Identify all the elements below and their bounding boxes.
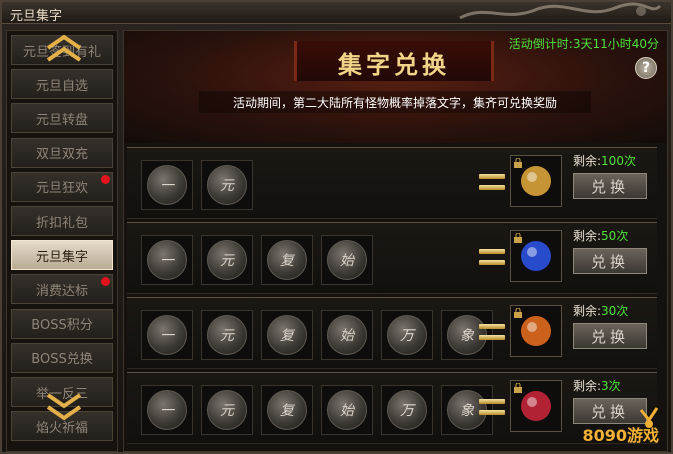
sidebar-item-label: BOSS积分: [31, 318, 93, 334]
character-token: 复: [267, 390, 307, 430]
character-token: 元: [207, 315, 247, 355]
remaining-value: 3次: [601, 379, 621, 393]
exchange-row: 一元复始万象剩余:30次 兑换: [127, 297, 657, 369]
character-token: 始: [327, 315, 367, 355]
remaining-label: 剩余:: [573, 154, 602, 168]
character-token: 一: [147, 240, 187, 280]
character-token: 始: [327, 240, 367, 280]
remaining-label: 剩余:: [573, 229, 602, 243]
remaining-count: 剩余:3次: [573, 377, 621, 394]
equals-icon: [479, 324, 505, 342]
character-slot[interactable]: 一: [141, 310, 193, 360]
dragon-ornament-icon: [459, 2, 662, 20]
reward-slot[interactable]: [510, 230, 562, 282]
banner: 集字兑换 活动倒计时:3天11小时40分 ? 活动期间，第二大陆所有怪物概率掉落…: [124, 31, 667, 143]
sidebar-item-label: 元旦集字: [35, 249, 88, 265]
remaining-count: 剩余:30次: [573, 302, 628, 319]
notification-dot: [101, 174, 110, 184]
lock-icon: [514, 383, 522, 393]
main-panel: 集字兑换 活动倒计时:3天11小时40分 ? 活动期间，第二大陆所有怪物概率掉落…: [123, 30, 668, 452]
sidebar-item[interactable]: BOSS积分: [11, 308, 113, 339]
character-token: 一: [147, 165, 187, 205]
character-token: 元: [207, 240, 247, 280]
character-slot[interactable]: 万: [381, 310, 433, 360]
sidebar-item[interactable]: 元旦自选: [11, 69, 113, 100]
character-slot[interactable]: 复: [261, 385, 313, 435]
sidebar-item[interactable]: BOSS兑换: [11, 342, 113, 373]
exchange-row: 一元 剩余:100次兑换: [127, 147, 657, 219]
notification-dot: [101, 277, 110, 287]
character-slot[interactable]: 始: [321, 310, 373, 360]
lock-icon: [514, 158, 522, 168]
titlebar[interactable]: 元旦集字: [2, 2, 671, 24]
character-slot[interactable]: 始: [321, 235, 373, 285]
exchange-row: 一元复始 剩余:50次兑换: [127, 222, 657, 294]
sidebar-item-label: 双旦双充: [35, 147, 88, 163]
sidebar-item[interactable]: 消费达标: [11, 274, 113, 305]
double-chevron-down-icon[interactable]: [42, 391, 86, 421]
sidebar-item-label: 元旦自选: [35, 78, 88, 94]
lock-icon: [514, 233, 522, 243]
reward-slot[interactable]: [510, 305, 562, 357]
remaining-value: 100次: [601, 154, 636, 168]
character-token: 元: [207, 390, 247, 430]
equals-icon: [479, 249, 505, 267]
character-slot[interactable]: 一: [141, 235, 193, 285]
reward-slot[interactable]: [510, 155, 562, 207]
character-token: 一: [147, 390, 187, 430]
character-slot[interactable]: 一: [141, 385, 193, 435]
character-token: 万: [387, 315, 427, 355]
sidebar-item-label: 消费达标: [35, 283, 88, 299]
remaining-label: 剩余:: [573, 304, 602, 318]
character-slot[interactable]: 元: [201, 160, 253, 210]
equals-icon: [479, 399, 505, 417]
remaining-label: 剩余:: [573, 379, 602, 393]
character-token: 复: [267, 315, 307, 355]
sidebar-item-label: BOSS兑换: [31, 352, 93, 368]
countdown-timer: 活动倒计时:3天11小时40分: [508, 37, 659, 51]
character-slot[interactable]: 始: [321, 385, 373, 435]
character-slot[interactable]: 万: [381, 385, 433, 435]
remaining-value: 30次: [601, 304, 629, 318]
character-token: 复: [267, 240, 307, 280]
sidebar-item[interactable]: 双旦双充: [11, 137, 113, 168]
watermark-text: 8090游戏: [582, 426, 659, 445]
banner-title: 集字兑换: [338, 50, 450, 79]
help-button[interactable]: ?: [635, 57, 657, 79]
sidebar-item-label: 折扣礼包: [35, 215, 88, 231]
exchange-window: 元旦集字 元旦签到有礼 元旦自选 元旦转盘 双旦双充 元旦狂欢 折扣礼包 元旦集字 消费达标 B…: [0, 0, 673, 454]
sidebar-item[interactable]: 元旦集字: [11, 240, 113, 271]
character-token: 万: [387, 390, 427, 430]
sidebar-item-label: 元旦转盘: [35, 112, 88, 128]
character-slot[interactable]: 元: [201, 385, 253, 435]
character-slot[interactable]: 元: [201, 310, 253, 360]
lock-icon: [514, 308, 522, 318]
activity-description: 活动期间，第二大陆所有怪物概率掉落文字，集齐可兑换奖励: [199, 91, 591, 113]
character-token: 一: [147, 315, 187, 355]
sidebar-item[interactable]: 元旦转盘: [11, 103, 113, 134]
character-slot[interactable]: 元: [201, 235, 253, 285]
sidebar-item-label: 元旦狂欢: [35, 181, 88, 197]
character-slot[interactable]: 一: [141, 160, 193, 210]
double-chevron-up-icon[interactable]: [42, 33, 86, 63]
character-slot[interactable]: 复: [261, 310, 313, 360]
exchange-button[interactable]: 兑换: [573, 323, 647, 349]
sidebar: 元旦签到有礼 元旦自选 元旦转盘 双旦双充 元旦狂欢 折扣礼包 元旦集字 消费达标 BOSS积分…: [6, 30, 118, 452]
character-slot[interactable]: 复: [261, 235, 313, 285]
exchange-button[interactable]: 兑换: [573, 248, 647, 274]
character-token: 始: [327, 390, 367, 430]
remaining-value: 50次: [601, 229, 629, 243]
character-token: 元: [207, 165, 247, 205]
equals-icon: [479, 174, 505, 192]
sidebar-item[interactable]: 折扣礼包: [11, 206, 113, 236]
exchange-button[interactable]: 兑换: [573, 173, 647, 199]
remaining-count: 剩余:100次: [573, 152, 636, 169]
sidebar-item[interactable]: 元旦狂欢: [11, 171, 113, 202]
remaining-count: 剩余:50次: [573, 227, 628, 244]
window-title: 元旦集字: [10, 9, 63, 24]
